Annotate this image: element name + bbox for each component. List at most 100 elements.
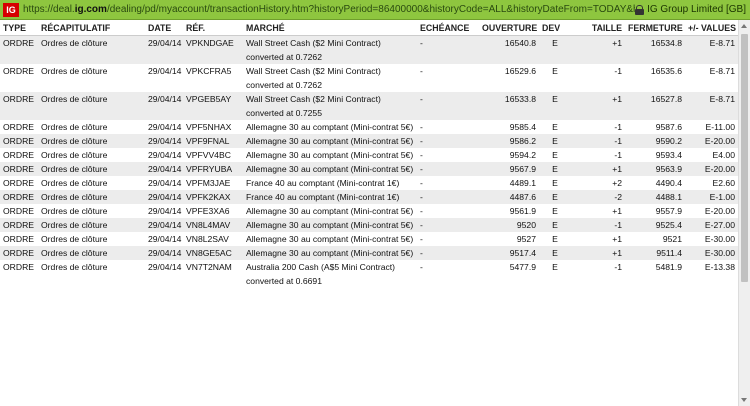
row-market: Allemagne 30 au comptant (Mini-contrat 5… xyxy=(243,134,417,148)
row-open: 5477.9 xyxy=(479,260,539,288)
row-expiry: - xyxy=(417,134,479,148)
row-pl: E-8.71 xyxy=(685,64,738,92)
row-currency: E xyxy=(539,246,571,260)
row-size: +1 xyxy=(571,92,625,120)
row-expiry: - xyxy=(417,162,479,176)
row-currency: E xyxy=(539,134,571,148)
row-currency: E xyxy=(539,232,571,246)
row-ref: VN8GE5AC xyxy=(183,246,243,260)
row-ref: VPKNDGAE xyxy=(183,35,243,64)
row-close: 16535.6 xyxy=(625,64,685,92)
header-expiry[interactable]: ECHÉANCE xyxy=(417,20,479,36)
table-row[interactable]: ORDRE Ordres de clôture 29/04/14 VPFVV4BC Al… xyxy=(0,148,738,162)
certificate-label: IG Group Limited [GB] xyxy=(647,4,746,15)
row-open: 9567.9 xyxy=(479,162,539,176)
row-market: Allemagne 30 au comptant (Mini-contrat 5… xyxy=(243,218,417,232)
row-type: ORDRE xyxy=(0,134,38,148)
row-type: ORDRE xyxy=(0,260,38,288)
row-close: 4490.4 xyxy=(625,176,685,190)
header-market[interactable]: MARCHÉ xyxy=(243,20,417,36)
row-date: 29/04/14 xyxy=(145,232,183,246)
header-date[interactable]: DATE xyxy=(145,20,183,36)
row-type: ORDRE xyxy=(0,148,38,162)
row-market: Australia 200 Cash (A$5 Mini Contract) c… xyxy=(243,260,417,288)
header-summary[interactable]: RÉCAPITULATIF xyxy=(38,20,145,36)
table-row[interactable]: ORDRE Ordres de clôture 29/04/14 VPFE3XA6 Al… xyxy=(0,204,738,218)
header-close[interactable]: FERMETURE xyxy=(625,20,685,36)
row-open: 9594.2 xyxy=(479,148,539,162)
row-type: ORDRE xyxy=(0,204,38,218)
row-open: 9520 xyxy=(479,218,539,232)
url-field[interactable]: https://deal.ig.com/dealing/pd/myaccount… xyxy=(23,4,635,15)
row-date: 29/04/14 xyxy=(145,148,183,162)
row-ref: VPF5NHAX xyxy=(183,120,243,134)
row-market: Allemagne 30 au comptant (Mini-contrat 5… xyxy=(243,148,417,162)
row-market: Allemagne 30 au comptant (Mini-contrat 5… xyxy=(243,120,417,134)
scroll-up-arrow-icon[interactable] xyxy=(741,24,747,28)
row-currency: E xyxy=(539,120,571,134)
address-bar[interactable]: IG https://deal.ig.com/dealing/pd/myacco… xyxy=(0,0,750,20)
row-date: 29/04/14 xyxy=(145,92,183,120)
row-ref: VN7T2NAM xyxy=(183,260,243,288)
row-ref: VPKCFRA5 xyxy=(183,64,243,92)
row-pl: E-20.00 xyxy=(685,134,738,148)
row-ref: VPGEB5AY xyxy=(183,92,243,120)
row-summary: Ordres de clôture xyxy=(38,218,145,232)
table-row[interactable]: ORDRE Ordres de clôture 29/04/14 VPFM3JAE Fr… xyxy=(0,176,738,190)
row-expiry: - xyxy=(417,92,479,120)
row-currency: E xyxy=(539,35,571,64)
header-pl[interactable]: +/- VALUES xyxy=(685,20,738,36)
table-row[interactable]: ORDRE Ordres de clôture 29/04/14 VPKCFRA5 Wa… xyxy=(0,64,738,92)
transaction-history-table: TYPE RÉCAPITULATIF DATE RÉF. MARCHÉ ECHÉ… xyxy=(0,20,738,288)
table-row[interactable]: ORDRE Ordres de clôture 29/04/14 VN8L2SAV Al… xyxy=(0,232,738,246)
scroll-down-arrow-icon[interactable] xyxy=(741,398,747,402)
row-size: +1 xyxy=(571,246,625,260)
header-open[interactable]: OUVERTURE xyxy=(479,20,539,36)
row-ref: VPFK2KAX xyxy=(183,190,243,204)
scrollbar-thumb[interactable] xyxy=(741,34,748,282)
transaction-history-table-wrapper: TYPE RÉCAPITULATIF DATE RÉF. MARCHÉ ECHÉ… xyxy=(0,20,738,406)
table-row[interactable]: ORDRE Ordres de clôture 29/04/14 VPFRYUBA Al… xyxy=(0,162,738,176)
certificate-indicator[interactable]: IG Group Limited [GB] xyxy=(635,4,750,15)
row-currency: E xyxy=(539,176,571,190)
table-row[interactable]: ORDRE Ordres de clôture 29/04/14 VN7T2NAM Au… xyxy=(0,260,738,288)
row-size: +1 xyxy=(571,204,625,218)
table-row[interactable]: ORDRE Ordres de clôture 29/04/14 VPF5NHAX Al… xyxy=(0,120,738,134)
row-type: ORDRE xyxy=(0,120,38,134)
header-size[interactable]: TAILLE xyxy=(571,20,625,36)
row-expiry: - xyxy=(417,218,479,232)
row-type: ORDRE xyxy=(0,64,38,92)
header-ref[interactable]: RÉF. xyxy=(183,20,243,36)
row-ref: VPFRYUBA xyxy=(183,162,243,176)
row-open: 9561.9 xyxy=(479,204,539,218)
row-type: ORDRE xyxy=(0,176,38,190)
row-summary: Ordres de clôture xyxy=(38,120,145,134)
vertical-scrollbar[interactable] xyxy=(738,20,750,406)
row-open: 9517.4 xyxy=(479,246,539,260)
row-close: 9563.9 xyxy=(625,162,685,176)
row-market: Allemagne 30 au comptant (Mini-contrat 5… xyxy=(243,232,417,246)
row-size: -1 xyxy=(571,148,625,162)
row-date: 29/04/14 xyxy=(145,35,183,64)
table-row[interactable]: ORDRE Ordres de clôture 29/04/14 VN8GE5AC Al… xyxy=(0,246,738,260)
row-open: 9527 xyxy=(479,232,539,246)
table-row[interactable]: ORDRE Ordres de clôture 29/04/14 VPFK2KAX Fr… xyxy=(0,190,738,204)
table-row[interactable]: ORDRE Ordres de clôture 29/04/14 VPGEB5AY Wa… xyxy=(0,92,738,120)
row-type: ORDRE xyxy=(0,232,38,246)
row-date: 29/04/14 xyxy=(145,260,183,288)
row-currency: E xyxy=(539,260,571,288)
table-row[interactable]: ORDRE Ordres de clôture 29/04/14 VN8L4MAV Al… xyxy=(0,218,738,232)
row-currency: E xyxy=(539,204,571,218)
table-row[interactable]: ORDRE Ordres de clôture 29/04/14 VPKNDGAE Wa… xyxy=(0,35,738,64)
row-expiry: - xyxy=(417,246,479,260)
row-size: +1 xyxy=(571,232,625,246)
row-close: 9593.4 xyxy=(625,148,685,162)
header-currency[interactable]: DEV xyxy=(539,20,571,36)
row-expiry: - xyxy=(417,148,479,162)
row-close: 9521 xyxy=(625,232,685,246)
header-type[interactable]: TYPE xyxy=(0,20,38,36)
table-row[interactable]: ORDRE Ordres de clôture 29/04/14 VPF9FNAL Al… xyxy=(0,134,738,148)
row-open: 9586.2 xyxy=(479,134,539,148)
row-date: 29/04/14 xyxy=(145,64,183,92)
row-pl: E-8.71 xyxy=(685,92,738,120)
